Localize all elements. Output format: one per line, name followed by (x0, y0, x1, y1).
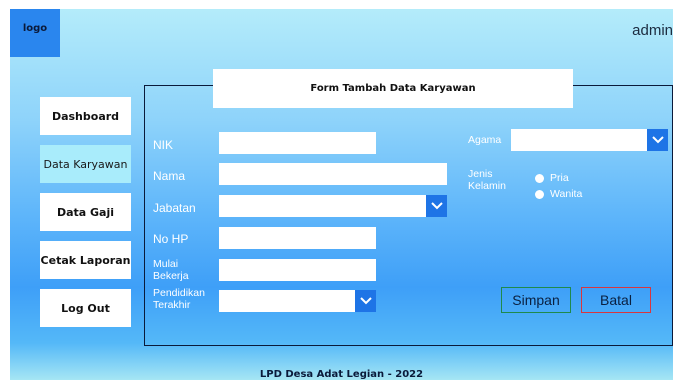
sidebar-item-data-karyawan[interactable]: Data Karyawan (40, 145, 131, 183)
form-title: Form Tambah Data Karyawan (213, 69, 573, 108)
nik-field[interactable] (219, 132, 376, 154)
pendidikan-label-line2: Terakhir (153, 299, 191, 311)
nohp-label: No HP (153, 232, 189, 246)
nama-label: Nama (153, 169, 186, 183)
mulai-bekerja-field[interactable] (219, 259, 376, 281)
agama-select[interactable] (511, 129, 668, 151)
radio-wanita-label: Wanita (550, 188, 583, 200)
nama-field[interactable] (219, 163, 447, 185)
pendidikan-terakhir-label: Pendidikan Terakhir (153, 287, 205, 311)
mulai-label-line1: Mulai (153, 258, 179, 270)
chevron-down-icon[interactable] (647, 129, 668, 151)
chevron-down-icon[interactable] (426, 195, 447, 217)
footer-text: LPD Desa Adat Legian - 2022 (259, 369, 424, 380)
mulai-bekerja-label: Mulai Bekerja (153, 258, 189, 282)
radio-pria[interactable]: Pria (535, 172, 569, 184)
agama-label: Agama (468, 134, 502, 146)
jabatan-select[interactable] (219, 195, 447, 217)
jenis-kelamin-label: Jenis Kelamin (468, 168, 506, 192)
app-window: logo admin Dashboard Data Karyawan Data … (10, 9, 673, 380)
cancel-button[interactable]: Batal (581, 287, 651, 313)
nohp-field[interactable] (219, 227, 376, 249)
logo: logo (10, 9, 60, 57)
mulai-label-line2: Bekerja (153, 270, 189, 282)
radio-dot-icon[interactable] (535, 173, 544, 183)
pendidikan-label-line1: Pendidikan (153, 287, 205, 299)
sidebar-item-cetak-laporan[interactable]: Cetak Laporan (40, 241, 131, 279)
nik-label: NIK (153, 138, 174, 152)
jabatan-label: Jabatan (153, 201, 196, 215)
sidebar-item-data-gaji[interactable]: Data Gaji (40, 193, 131, 231)
jk-label-line2: Kelamin (468, 180, 506, 192)
save-button[interactable]: Simpan (501, 287, 571, 313)
radio-dot-icon[interactable] (535, 189, 544, 199)
radio-pria-label: Pria (550, 172, 569, 184)
user-label[interactable]: admin (632, 22, 673, 39)
chevron-down-icon[interactable] (355, 290, 376, 312)
radio-wanita[interactable]: Wanita (535, 188, 582, 200)
pendidikan-select[interactable] (219, 290, 376, 312)
sidebar-item-log-out[interactable]: Log Out (40, 289, 131, 327)
sidebar-item-dashboard[interactable]: Dashboard (40, 97, 131, 135)
jk-label-line1: Jenis (468, 168, 493, 180)
